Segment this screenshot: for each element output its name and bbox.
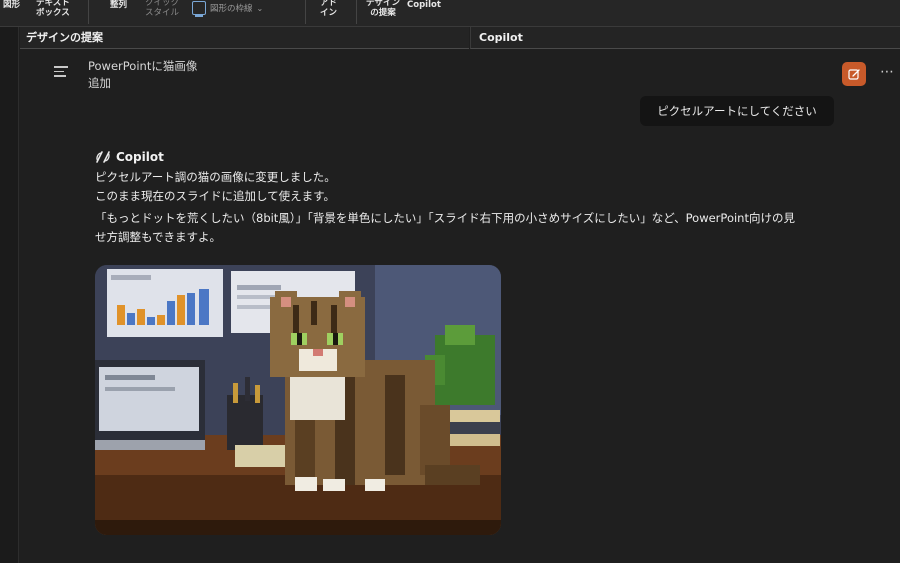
arrange-button[interactable]: 整列 [110, 0, 127, 10]
copilot-logo-icon [96, 151, 110, 163]
chevron-down-icon: ⌄ [256, 3, 264, 13]
bot-message-line: 「もっとドットを荒くしたい（8bit風）」「背景を単色にしたい」「スライド右下用… [95, 211, 795, 244]
quick-style-button[interactable]: クイック スタイル [145, 0, 179, 18]
bot-sender: Copilot [95, 150, 164, 164]
new-chat-button[interactable] [842, 62, 866, 86]
shape-outline-label: 図形の枠線 [210, 4, 253, 14]
shape-outline-icon [192, 1, 206, 17]
generated-image[interactable] [95, 265, 501, 535]
addins-button[interactable]: アド イン [320, 0, 337, 18]
ribbon-divider [88, 0, 89, 24]
copilot-pane-header: Copilot [470, 27, 900, 49]
shape-outline-button[interactable]: 図形の枠線 ⌄ [192, 1, 264, 17]
new-chat-edit-icon [847, 68, 860, 80]
shapes-button[interactable]: 図形 [3, 0, 20, 10]
bot-message-line: このまま現在のスライドに追加して使えます。 [95, 188, 336, 203]
textbox-button[interactable]: テキスト ボックス [36, 0, 70, 18]
hamburger-menu-icon[interactable] [54, 66, 68, 77]
ribbon-divider [305, 0, 306, 24]
copilot-ribbon-button[interactable]: Copilot [407, 0, 441, 10]
user-message-bubble: ピクセルアートにしてください [640, 96, 834, 126]
bot-name-label: Copilot [116, 150, 164, 164]
bot-message-body: ピクセルアート調の猫の画像に変更しました。 このまま現在のスライドに追加して使え… [95, 168, 795, 246]
conversation-title: PowerPointに猫画像追加 [88, 59, 198, 90]
more-options-icon[interactable]: ⋯ [880, 64, 895, 80]
left-edge-strip [0, 27, 19, 563]
ribbon-divider [356, 0, 357, 24]
ribbon-toolbar: 図形 テキスト ボックス 整列 クイック スタイル 図形の枠線 ⌄ アド イン … [0, 0, 900, 27]
design-pane-header: デザインの提案 [20, 27, 469, 49]
user-message-text: ピクセルアートにしてください [657, 104, 817, 118]
bot-message-line: ピクセルアート調の猫の画像に変更しました。 [95, 170, 336, 184]
design-ideas-button[interactable]: デザイン の提案 [366, 0, 400, 18]
